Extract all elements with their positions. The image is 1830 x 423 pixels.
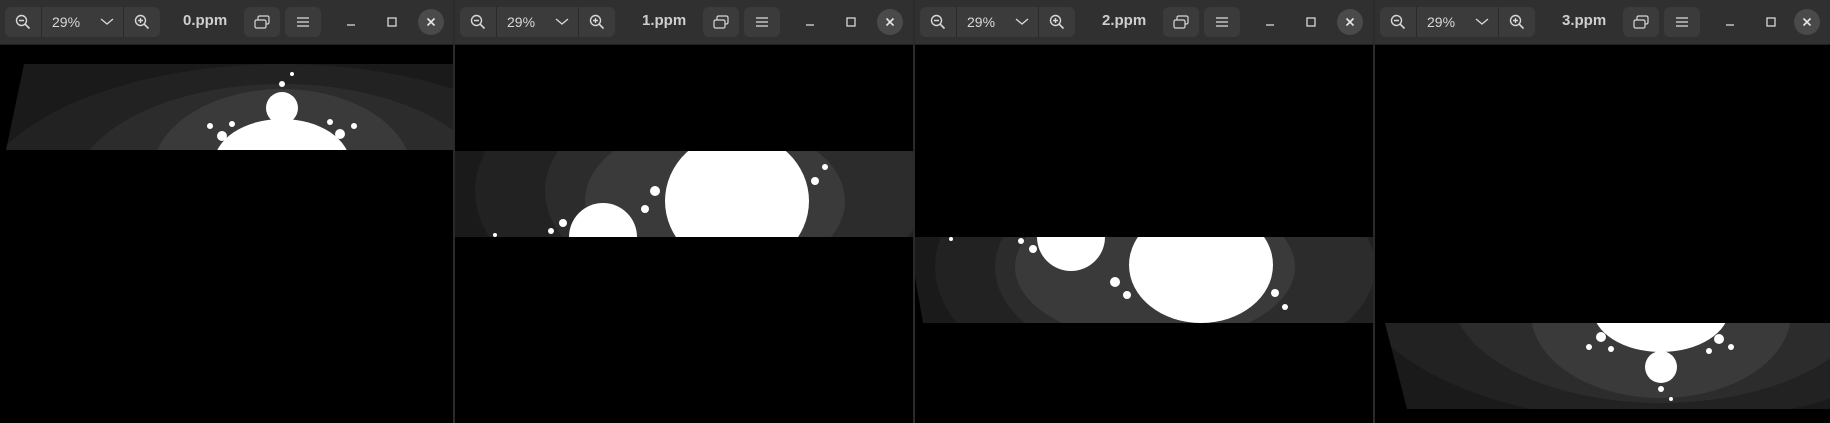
- minimize-button[interactable]: [338, 9, 364, 35]
- zoom-out-button[interactable]: [1380, 7, 1417, 37]
- window-title: 2.ppm: [1102, 12, 1147, 29]
- fractal-image: [455, 151, 913, 237]
- chevron-down-icon: [1475, 18, 1489, 25]
- zoom-in-icon: [134, 14, 150, 30]
- view-toggle-icon: [1633, 15, 1649, 29]
- zoom-in-button[interactable]: [1498, 7, 1535, 37]
- hamburger-menu-icon: [1676, 17, 1688, 27]
- zoom-in-button[interactable]: [578, 7, 615, 37]
- zoom-out-button[interactable]: [920, 7, 957, 37]
- view-toggle-icon: [1173, 15, 1189, 29]
- main-menu-button[interactable]: [1204, 7, 1240, 37]
- zoom-out-icon: [470, 14, 486, 30]
- close-icon: [885, 17, 895, 27]
- minimize-icon: [1726, 24, 1734, 26]
- maximize-button[interactable]: [1758, 9, 1784, 35]
- maximize-icon: [846, 17, 856, 27]
- window-title: 3.ppm: [1562, 12, 1607, 29]
- fractal-image: [1375, 323, 1830, 409]
- zoom-menu-button[interactable]: [91, 7, 123, 37]
- chevron-down-icon: [100, 18, 114, 25]
- image-viewer-window-3: 29% 3.ppm: [1375, 0, 1830, 423]
- image-viewer-window-1: 29% 1.ppm: [455, 0, 913, 423]
- zoom-level[interactable]: 29%: [957, 7, 1006, 37]
- zoom-out-icon: [1390, 14, 1406, 30]
- zoom-out-button[interactable]: [460, 7, 497, 37]
- zoom-level[interactable]: 29%: [497, 7, 546, 37]
- window-title: 0.ppm: [183, 12, 228, 29]
- image-viewer-window-0: 29% 0.ppm: [0, 0, 454, 423]
- header-bar: 29% 2.ppm: [915, 0, 1373, 45]
- main-menu-button[interactable]: [744, 7, 780, 37]
- maximize-button[interactable]: [838, 9, 864, 35]
- zoom-in-button[interactable]: [1038, 7, 1075, 37]
- zoom-menu-button[interactable]: [546, 7, 578, 37]
- header-bar: 29% 0.ppm: [0, 0, 454, 45]
- zoom-control: 29%: [5, 7, 160, 37]
- view-toggle-icon: [254, 15, 270, 29]
- zoom-out-button[interactable]: [5, 7, 42, 37]
- zoom-in-icon: [1509, 14, 1525, 30]
- close-button[interactable]: [1337, 9, 1363, 35]
- hamburger-menu-icon: [1216, 17, 1228, 27]
- main-menu-button[interactable]: [1664, 7, 1700, 37]
- hamburger-menu-icon: [756, 17, 768, 27]
- zoom-out-icon: [930, 14, 946, 30]
- minimize-icon: [1266, 24, 1274, 26]
- maximize-icon: [1766, 17, 1776, 27]
- header-bar: 29% 1.ppm: [455, 0, 913, 45]
- zoom-out-icon: [15, 14, 31, 30]
- close-button[interactable]: [1794, 9, 1820, 35]
- zoom-control: 29%: [460, 7, 615, 37]
- zoom-level[interactable]: 29%: [1417, 7, 1466, 37]
- minimize-icon: [806, 24, 814, 26]
- hamburger-menu-icon: [297, 17, 309, 27]
- minimize-icon: [347, 24, 355, 26]
- chevron-down-icon: [555, 18, 569, 25]
- zoom-menu-button[interactable]: [1006, 7, 1038, 37]
- header-bar: 29% 3.ppm: [1375, 0, 1830, 45]
- zoom-in-icon: [1049, 14, 1065, 30]
- close-button[interactable]: [877, 9, 903, 35]
- view-toggle-button[interactable]: [703, 7, 739, 37]
- view-toggle-icon: [713, 15, 729, 29]
- view-toggle-button[interactable]: [1163, 7, 1199, 37]
- maximize-icon: [387, 17, 397, 27]
- close-icon: [1345, 17, 1355, 27]
- fractal-image: [0, 64, 454, 150]
- minimize-button[interactable]: [797, 9, 823, 35]
- main-menu-button[interactable]: [285, 7, 321, 37]
- maximize-button[interactable]: [379, 9, 405, 35]
- maximize-icon: [1306, 17, 1316, 27]
- zoom-in-button[interactable]: [123, 7, 160, 37]
- zoom-control: 29%: [1380, 7, 1535, 37]
- image-viewer-window-2: 29% 2.ppm: [915, 0, 1373, 423]
- minimize-button[interactable]: [1717, 9, 1743, 35]
- zoom-level[interactable]: 29%: [42, 7, 91, 37]
- close-icon: [426, 17, 436, 27]
- zoom-in-icon: [589, 14, 605, 30]
- close-icon: [1802, 17, 1812, 27]
- chevron-down-icon: [1015, 18, 1029, 25]
- minimize-button[interactable]: [1257, 9, 1283, 35]
- view-toggle-button[interactable]: [244, 7, 280, 37]
- fractal-image: [915, 237, 1373, 323]
- zoom-control: 29%: [920, 7, 1075, 37]
- view-toggle-button[interactable]: [1623, 7, 1659, 37]
- close-button[interactable]: [418, 9, 444, 35]
- window-title: 1.ppm: [642, 12, 687, 29]
- zoom-menu-button[interactable]: [1466, 7, 1498, 37]
- maximize-button[interactable]: [1298, 9, 1324, 35]
